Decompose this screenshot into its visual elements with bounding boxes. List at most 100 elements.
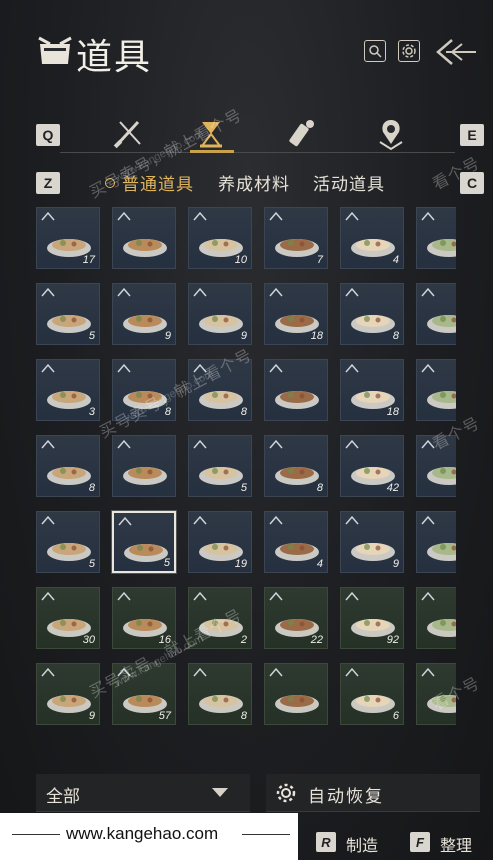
item-count: 8	[240, 406, 247, 418]
sub-tabs: Z 普通道具 养成材料 活动道具 C	[0, 170, 493, 196]
inventory-slot[interactable]: 57	[112, 663, 176, 725]
item-count: 5	[88, 558, 95, 570]
inventory-slot[interactable]: 17	[36, 207, 100, 269]
inventory-slot[interactable]: 5	[188, 435, 252, 497]
item-image-icon	[275, 695, 319, 713]
next-subtab-key[interactable]: C	[460, 172, 484, 194]
item-count: 2	[240, 634, 247, 646]
inventory-slot[interactable]: 30	[36, 587, 100, 649]
item-count: 92	[386, 634, 399, 646]
inventory-slot[interactable]: 3	[36, 359, 100, 421]
sort-key[interactable]: F	[410, 832, 430, 852]
inventory-slot[interactable]: 5	[112, 511, 176, 573]
inventory-slot[interactable]: 10	[188, 207, 252, 269]
inventory-slot[interactable]: 9	[112, 283, 176, 345]
tab-growth-materials[interactable]: 养成材料	[218, 170, 290, 195]
item-count: 5	[240, 482, 247, 494]
inventory-slot[interactable]: 5	[36, 283, 100, 345]
item-count: 5	[88, 330, 95, 342]
inventory-slot[interactable]: 18	[264, 283, 328, 345]
item-image-icon	[351, 543, 395, 561]
item-image-icon	[275, 543, 319, 561]
map-pin-icon[interactable]	[374, 116, 408, 152]
auto-restore-button[interactable]: 自动恢复	[266, 774, 480, 812]
inventory-slot[interactable]: 8	[264, 435, 328, 497]
next-category-key[interactable]: E	[460, 124, 484, 146]
inventory-slot[interactable]: 9	[188, 283, 252, 345]
inventory-slot[interactable]: 9	[340, 511, 404, 573]
item-image-icon	[275, 391, 319, 409]
inventory-slot[interactable]: 40	[416, 511, 456, 573]
inventory-slot[interactable]	[264, 359, 328, 421]
inventory-slot[interactable]: 9	[36, 663, 100, 725]
item-image-icon	[199, 467, 243, 485]
inventory-slot[interactable]	[416, 587, 456, 649]
inventory-slot[interactable]: 42	[340, 435, 404, 497]
inventory-slot[interactable]	[112, 207, 176, 269]
item-image-icon	[427, 543, 456, 561]
filter-dropdown[interactable]: 全部	[36, 774, 250, 812]
item-count: 9	[240, 330, 247, 342]
active-dot-icon	[105, 178, 115, 188]
item-count: 30	[82, 634, 95, 646]
auto-restore-label: 自动恢复	[308, 787, 384, 807]
inventory-slot[interactable]: 8	[36, 435, 100, 497]
inventory-slot[interactable]	[264, 663, 328, 725]
inventory-slot[interactable]: 52	[416, 359, 456, 421]
item-image-icon	[427, 619, 456, 637]
inventory-slot[interactable]: 16	[112, 587, 176, 649]
craft-key[interactable]: R	[316, 832, 336, 852]
inventory-slot[interactable]: 4	[340, 207, 404, 269]
back-arrow-icon[interactable]	[432, 36, 478, 68]
item-count: 7	[316, 254, 323, 266]
inventory-slot[interactable]: 4	[264, 511, 328, 573]
item-image-icon	[47, 391, 91, 409]
scroll-icon[interactable]	[286, 116, 320, 152]
sort-button[interactable]: 整理	[440, 832, 472, 856]
hourglass-icon[interactable]	[194, 116, 228, 152]
item-image-icon	[123, 391, 167, 409]
inventory-slot[interactable]: 8	[340, 283, 404, 345]
inventory-slot[interactable]: 8	[188, 663, 252, 725]
prev-category-key[interactable]: Q	[36, 124, 60, 146]
item-count: 9	[164, 330, 171, 342]
settings-button[interactable]	[398, 40, 420, 62]
divider	[12, 834, 60, 835]
inventory-slot[interactable]: 92	[340, 587, 404, 649]
inventory-slot[interactable]: 18	[340, 359, 404, 421]
active-category-indicator	[190, 150, 234, 153]
item-count: 8	[392, 330, 399, 342]
inventory-slot[interactable]: 22	[264, 587, 328, 649]
tab-normal-items[interactable]: 普通道具	[122, 170, 194, 195]
inventory-slot[interactable]: 7	[264, 207, 328, 269]
item-count: 9	[392, 558, 399, 570]
inventory-slot[interactable]	[416, 663, 456, 725]
item-image-icon	[427, 239, 456, 257]
prev-subtab-key[interactable]: Z	[36, 172, 60, 194]
inventory-slot[interactable]: 5	[36, 511, 100, 573]
inventory-slot[interactable]: 23	[416, 283, 456, 345]
tab-event-items[interactable]: 活动道具	[313, 170, 385, 195]
inventory-slot[interactable]: 9	[416, 207, 456, 269]
search-button[interactable]	[364, 40, 386, 62]
swords-icon[interactable]	[110, 116, 144, 152]
item-image-icon	[427, 315, 456, 333]
inventory-slot[interactable]: 5	[416, 435, 456, 497]
inventory-slot[interactable]: 8	[112, 359, 176, 421]
item-image-icon	[47, 467, 91, 485]
header: 道具	[0, 0, 493, 100]
item-image-icon	[427, 391, 456, 409]
inventory-slot[interactable]: 6	[340, 663, 404, 725]
inventory-slot[interactable]: 19	[188, 511, 252, 573]
craft-button[interactable]: 制造	[346, 832, 378, 856]
item-image-icon	[351, 239, 395, 257]
search-icon	[369, 45, 382, 58]
item-image-icon	[47, 315, 91, 333]
item-image-icon	[123, 467, 167, 485]
inventory-slot[interactable]: 2	[188, 587, 252, 649]
item-count: 16	[158, 634, 171, 646]
item-count: 6	[392, 710, 399, 722]
item-count: 8	[240, 710, 247, 722]
inventory-slot[interactable]: 8	[188, 359, 252, 421]
inventory-slot[interactable]	[112, 435, 176, 497]
